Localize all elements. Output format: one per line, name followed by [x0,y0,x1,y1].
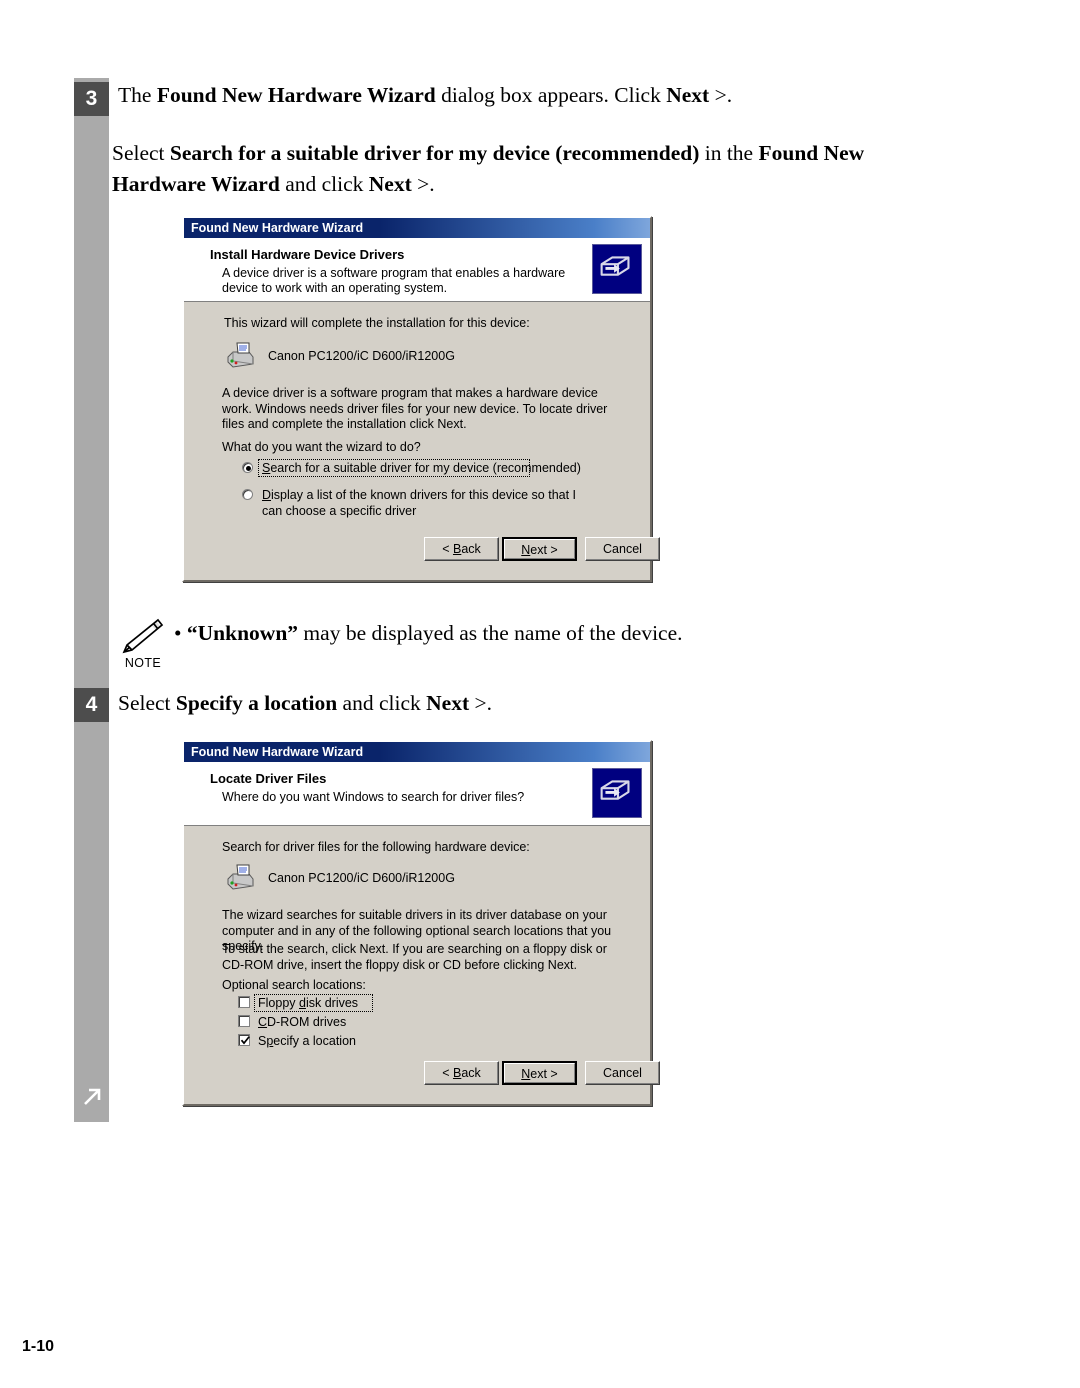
next-mnemonic: N [521,543,531,557]
dialog-1-intro-text: This wizard will complete the installati… [224,316,530,330]
checkbox-specify-a-location-label: Specify a location [258,1034,356,1050]
dialog-2-body: Search for driver files for the followin… [184,826,650,1077]
chapter-rail [74,78,109,1122]
cb1-rest: isk drives [305,996,359,1010]
back-button[interactable]: < Back [424,1061,499,1085]
radio-1-label-rest: earch for a suitable driver for my devic… [270,461,581,475]
back-mnemonic: B [452,542,462,556]
radio-2-label-rest: isplay a list of the known drivers for t… [262,488,577,518]
dialog-1-paragraph: A device driver is a software program th… [222,386,608,431]
checkbox-specify-a-location[interactable] [238,1034,250,1046]
cancel-button[interactable]: Cancel [585,537,660,561]
found-new-hardware-wizard-dialog-2[interactable]: Found New Hardware Wizard Locate Driver … [182,740,660,1106]
found-new-hardware-wizard-dialog-1[interactable]: Found New Hardware Wizard Install Hardwa… [182,216,660,582]
step-4-rich-text: Select Specify a location and click Next… [118,691,492,715]
page-number: 1-10 [22,1338,55,1355]
step-badge-3: 3 [74,82,109,116]
dialog-1-banner: Install Hardware Device Drivers A device… [184,238,650,302]
step-3-sub-rich-text: Select Search for a suitable driver for … [112,141,865,196]
radio-dot [246,466,251,471]
dialog-2-paragraph-2: To start the search, click Next. If you … [222,942,607,972]
dialog-2-device-name: Canon PC1200/iC D600/iR1200G [268,871,455,885]
printer-icon [222,340,258,372]
radio-search-suitable-driver[interactable] [242,462,253,473]
radio-search-suitable-driver-label: Search for a suitable driver for my devi… [262,461,581,477]
continue-arrow-icon [84,1088,101,1105]
dialog-2-titlebar: Found New Hardware Wizard [184,742,650,762]
next-button-inner: Next > [504,539,575,559]
dialog-2-banner: Locate Driver Files Where do you want Wi… [184,762,650,826]
pencil-icon [122,618,164,654]
step-badge-4: 4 [74,688,109,722]
mnemonic-d: D [262,488,272,502]
next-button[interactable]: Next > [502,1061,577,1085]
note-block: NOTE • “Unknown” may be displayed as the… [112,612,952,682]
mnemonic-d: d [299,996,306,1010]
cb3-rest: ecify a location [273,1034,356,1048]
dialog-1-body: This wizard will complete the installati… [184,302,650,541]
checkbox-cd-rom-drives[interactable] [238,1015,250,1027]
next-mnemonic: N [521,1067,531,1081]
radio-display-known-drivers-label: Display a list of the known drivers for … [262,488,597,519]
dialog-1-question: What do you want the wizard to do? [222,440,421,454]
step-3-sub-instruction: Select Search for a suitable driver for … [112,138,957,200]
hardware-device-icon [592,244,642,294]
note-rich-text: “Unknown” may be displayed as the name o… [186,621,683,645]
step-3-rich-text: The Found New Hardware Wizard dialog box… [118,83,733,107]
radio-display-known-drivers[interactable] [242,489,253,500]
printer-icon [222,862,258,894]
dialog-1-titlebar: Found New Hardware Wizard [184,218,650,238]
checkbox-floppy-disk-drives[interactable] [238,996,250,1008]
step-4-instruction: Select Specify a location and click Next… [118,688,948,719]
dialog-2-locations-label: Optional search locations: [222,978,366,992]
note-text: • “Unknown” may be displayed as the name… [174,618,683,648]
cancel-button[interactable]: Cancel [585,1061,660,1085]
mnemonic-c: C [258,1015,268,1029]
check-mark-icon [240,1036,250,1045]
note-bullet: • [174,621,182,645]
next-button-inner: Next > [504,1063,575,1083]
checkbox-cd-rom-drives-label: CD-ROM drives [258,1015,346,1031]
dialog-2-banner-subtitle: Where do you want Windows to search for … [222,790,525,804]
cb2-rest: D-ROM drives [267,1015,347,1029]
back-mnemonic: B [452,1066,462,1080]
dialog-2-intro-text: Search for driver files for the followin… [222,840,530,854]
cb1-prefix: Floppy [258,996,299,1010]
dialog-2-button-strip: < Back Next > Cancel [184,1049,660,1104]
checkbox-floppy-disk-drives-label: Floppy disk drives [258,996,358,1012]
dialog-1-device-name: Canon PC1200/iC D600/iR1200G [268,349,455,363]
hardware-device-icon [592,768,642,818]
note-label: NOTE [124,656,162,670]
step-3-instruction: The Found New Hardware Wizard dialog box… [118,80,948,111]
dialog-1-banner-title: Install Hardware Device Drivers [210,247,405,262]
back-button[interactable]: < Back [424,537,499,561]
dialog-2-banner-title: Locate Driver Files [210,771,327,786]
dialog-1-banner-subtitle: A device driver is a software program th… [222,266,566,295]
next-button[interactable]: Next > [502,537,577,561]
dialog-1-button-strip: < Back Next > Cancel [184,525,660,580]
